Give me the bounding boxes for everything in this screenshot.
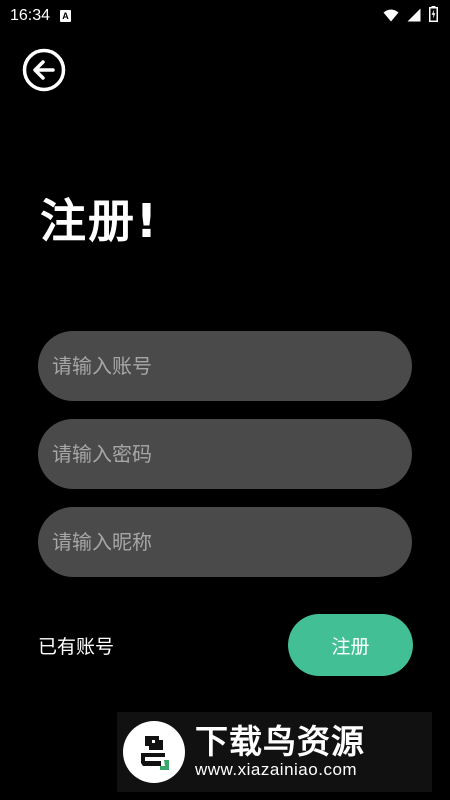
bird-logo-icon — [123, 721, 185, 783]
register-button[interactable]: 注册 — [288, 614, 413, 676]
have-account-login-link[interactable]: 已有账号 — [38, 632, 114, 659]
notification-a-icon: A — [60, 10, 72, 22]
watermark-url: www.xiazainiao.com — [195, 760, 358, 780]
page-title: 注册! — [40, 194, 159, 248]
password-input[interactable] — [38, 419, 412, 489]
watermark-title: 下载鸟资源 — [195, 721, 365, 761]
status-time: 16:34 — [10, 7, 51, 24]
watermark-banner: 下载鸟资源 www.xiazainiao.com — [117, 712, 432, 792]
signal-icon — [407, 7, 421, 26]
back-button[interactable] — [22, 48, 66, 92]
nickname-input[interactable] — [38, 507, 412, 577]
status-bar: 16:34 A — [0, 0, 450, 32]
battery-charging-icon — [429, 6, 438, 26]
watermark-text: 下载鸟资源 www.xiazainiao.com — [195, 721, 365, 780]
status-right — [383, 6, 438, 26]
back-arrow-circle-icon — [22, 48, 66, 92]
wifi-icon — [383, 7, 399, 26]
status-left: 16:34 A — [10, 7, 72, 25]
account-input[interactable] — [38, 331, 412, 401]
